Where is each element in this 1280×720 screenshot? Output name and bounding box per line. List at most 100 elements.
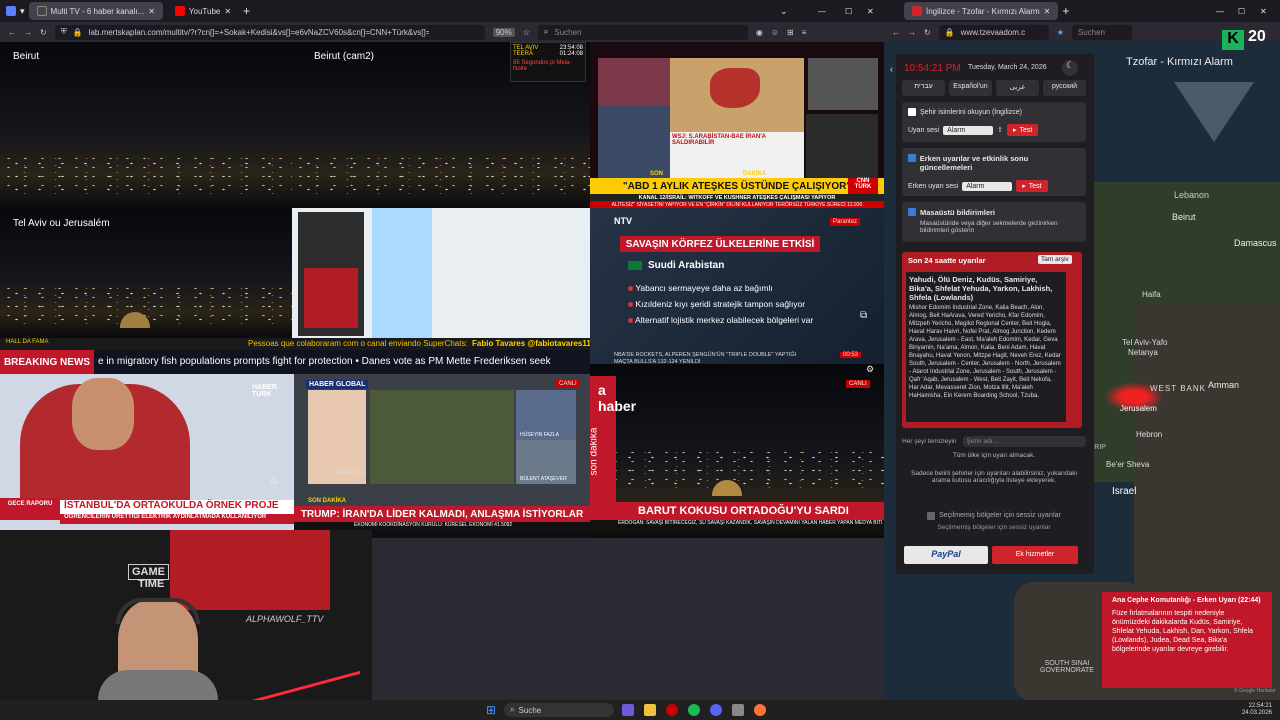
- close-icon[interactable]: ✕: [148, 7, 155, 16]
- taskbar-search[interactable]: ⌕ Suche: [504, 703, 615, 717]
- chevron-left-icon[interactable]: ‹: [890, 64, 893, 74]
- read-city-panel: Şehir isimlerini okuyun (İngilizce) Uyar…: [902, 102, 1086, 142]
- firefox-view-icon[interactable]: [6, 6, 16, 16]
- left-browser-window: ▾ Multi TV - 6 haber kanalı... ✕ YouTube ✕…: [0, 0, 884, 700]
- close-icon[interactable]: ✕: [224, 7, 231, 16]
- desktop-panel: Masaüstü bildirimleri Masaüstünde veya d…: [902, 202, 1086, 242]
- moon-icon[interactable]: ☾: [1062, 60, 1078, 76]
- pip-icon[interactable]: ⧉: [860, 310, 867, 321]
- early-checkbox[interactable]: [908, 154, 916, 162]
- gear-icon[interactable]: ⚙: [866, 364, 874, 375]
- search-input[interactable]: Suchen: [1071, 24, 1132, 40]
- led-strip: [240, 653, 360, 700]
- lang-button[interactable]: русский: [1043, 80, 1086, 96]
- alarm-sound-label: Uyarı sesi: [908, 126, 940, 134]
- cam-beirut-2[interactable]: Beirut (cam2) TEL AVIV 23:54:08 TEERÃ 01:2…: [292, 42, 590, 208]
- reload-icon[interactable]: ↻: [924, 28, 931, 37]
- chevron-down-icon[interactable]: ⌄: [780, 6, 788, 17]
- paypal-button[interactable]: PayPal: [904, 546, 988, 564]
- desktop-checkbox[interactable]: [908, 208, 916, 216]
- alerts-list[interactable]: Yahudi, Ölü Deniz, Kudüs, Samiriye, Bika…: [906, 272, 1066, 422]
- archive-button[interactable]: Tam arşiv: [1038, 255, 1072, 264]
- map-label: Jerusalem: [1120, 404, 1157, 413]
- pocket-icon[interactable]: ◉: [756, 28, 763, 37]
- address-bar[interactable]: ⛨ 🔒 lab.mertskaplan.com/multitv/?r?cn[]=…: [54, 24, 485, 40]
- close-window-button[interactable]: ✕: [867, 7, 874, 16]
- tab-youtube[interactable]: YouTube ✕: [167, 2, 239, 20]
- upload-icon[interactable]: ⇧: [997, 126, 1003, 134]
- back-icon[interactable]: ←: [8, 28, 16, 37]
- discord-icon[interactable]: [710, 704, 723, 716]
- alerts-title: Son 24 saatte uyarılar: [908, 256, 986, 265]
- lang-button[interactable]: عربى: [996, 80, 1039, 96]
- bookmark-star-icon[interactable]: ★: [1057, 28, 1064, 37]
- taskbar-clock[interactable]: 22:54:21 24.03.2026: [1242, 703, 1272, 717]
- cnn-turk-stream[interactable]: WSJ: S.ARABİSTAN-BAE İRAN'A SALDIRABİLİR…: [590, 42, 884, 208]
- cnn-sub: KANAL 12/İSRAİL: WITKOFF VE KUSHNER ATEŞ…: [638, 194, 836, 201]
- maximize-button[interactable]: ☐: [845, 7, 852, 16]
- spotify-icon[interactable]: [688, 704, 701, 716]
- alert-map-stream[interactable]: [292, 208, 590, 338]
- close-icon[interactable]: ✕: [1044, 7, 1051, 16]
- test-button[interactable]: ▸ Test: [1007, 124, 1039, 136]
- new-tab-button[interactable]: +: [243, 4, 250, 18]
- obs-icon[interactable]: [732, 704, 745, 716]
- address-bar[interactable]: 🔒 www.tzevaadom.c: [938, 24, 1049, 40]
- alert-toast[interactable]: Ana Cephe Komutanlığı - Erken Uyarı (22:…: [1102, 592, 1272, 688]
- lang-button[interactable]: Español'un: [949, 80, 992, 96]
- silent-checkbox[interactable]: [927, 512, 936, 520]
- tzofar-title: Tzofar - Kırmızı Alarm: [1126, 56, 1233, 68]
- live-badge: CANLI: [846, 380, 870, 388]
- opera-icon[interactable]: [666, 704, 679, 716]
- taskbar-search-label: Suche: [518, 705, 542, 715]
- clear-all-button[interactable]: Her şeyi temizleyin: [902, 438, 957, 445]
- a-haber-stream[interactable]: a haber son dakika CANLI ⚙ BARUT KOKUSU …: [590, 364, 884, 538]
- breaking-news-bar: BREAKING NEWS e in migratory fish popula…: [0, 350, 590, 374]
- cam-tel-aviv[interactable]: Tel Aviv ou Jerusalém: [0, 208, 292, 338]
- early-sound-select[interactable]: Alarm: [962, 181, 1013, 191]
- teams-icon[interactable]: [622, 704, 635, 716]
- forward-icon[interactable]: →: [908, 28, 916, 37]
- toast-title: Ana Cephe Komutanlığı - Erken Uyarı (22:…: [1112, 597, 1261, 604]
- extension-icon[interactable]: ⊞: [787, 28, 794, 37]
- clock-city: TEERÃ: [513, 51, 534, 57]
- taskbar-time: 22:54:21: [1248, 703, 1272, 709]
- streamer-cam[interactable]: GAME TIME ALPHAWOLF_TTV: [0, 530, 372, 700]
- clock-time: 10:54:21 PM: [904, 63, 961, 74]
- minimize-button[interactable]: —: [1216, 7, 1224, 16]
- explorer-icon[interactable]: [644, 704, 657, 716]
- haber-global-stream[interactable]: HABER GLOBAL CANLI DİLARA KILIÇ HÜSEYİN …: [294, 374, 590, 530]
- reload-icon[interactable]: ↻: [40, 28, 47, 37]
- map-label: Be'er Sheva: [1106, 460, 1150, 469]
- account-icon[interactable]: ☺: [771, 28, 779, 37]
- haberturk-stream[interactable]: HABER TÜRK ⧉ GECE RAPORU İSTANBUL'DA ORT…: [0, 374, 294, 530]
- map-label: Israel: [1112, 486, 1137, 497]
- forward-icon[interactable]: →: [24, 28, 32, 37]
- menu-icon[interactable]: ≡: [802, 28, 807, 37]
- read-city-checkbox[interactable]: [908, 108, 916, 116]
- firefox-icon[interactable]: [754, 704, 767, 716]
- tab-list-icon[interactable]: ▾: [20, 6, 25, 17]
- new-tab-button[interactable]: +: [1062, 4, 1069, 18]
- search-icon: ⌕: [510, 705, 515, 714]
- city-search-input[interactable]: Şehir adı...: [962, 435, 1086, 447]
- close-window-button[interactable]: ✕: [1260, 7, 1267, 16]
- search-input[interactable]: ⌕ Suchen: [537, 24, 748, 40]
- cam-beirut[interactable]: Beirut: [0, 42, 292, 208]
- maximize-button[interactable]: ☐: [1238, 7, 1245, 16]
- minimize-button[interactable]: —: [818, 7, 826, 16]
- a-haber-ticker: ERDOĞAN: SAVAŞI BİTİRECEĞİZ, SU SAVAŞI K…: [590, 520, 884, 528]
- zoom-level[interactable]: 90%: [492, 27, 515, 37]
- services-button[interactable]: Ek hizmetler: [992, 546, 1078, 564]
- windows-start-icon[interactable]: ⊞: [486, 703, 496, 717]
- back-icon[interactable]: ←: [892, 28, 900, 37]
- test-button[interactable]: ▸ Test: [1016, 180, 1048, 192]
- tab-multitv[interactable]: Multi TV - 6 haber kanalı... ✕: [28, 2, 163, 20]
- bookmark-star-icon[interactable]: ☆: [523, 28, 530, 37]
- ntv-stream[interactable]: NTV Parantez SAVAŞIN KÖRFEZ ÜLKELERİNE E…: [590, 208, 884, 364]
- pip-icon[interactable]: ⧉: [270, 476, 277, 487]
- alarm-sound-select[interactable]: Alarm: [943, 125, 994, 135]
- clock-overlay: TEL AVIV 23:54:08 TEERÃ 01:24:08 95 Segund…: [510, 42, 586, 82]
- lang-button[interactable]: עברית: [902, 80, 945, 96]
- tab-tzofar[interactable]: İngilizce - Tzofar - Kırmızı Alarm ✕: [904, 2, 1059, 20]
